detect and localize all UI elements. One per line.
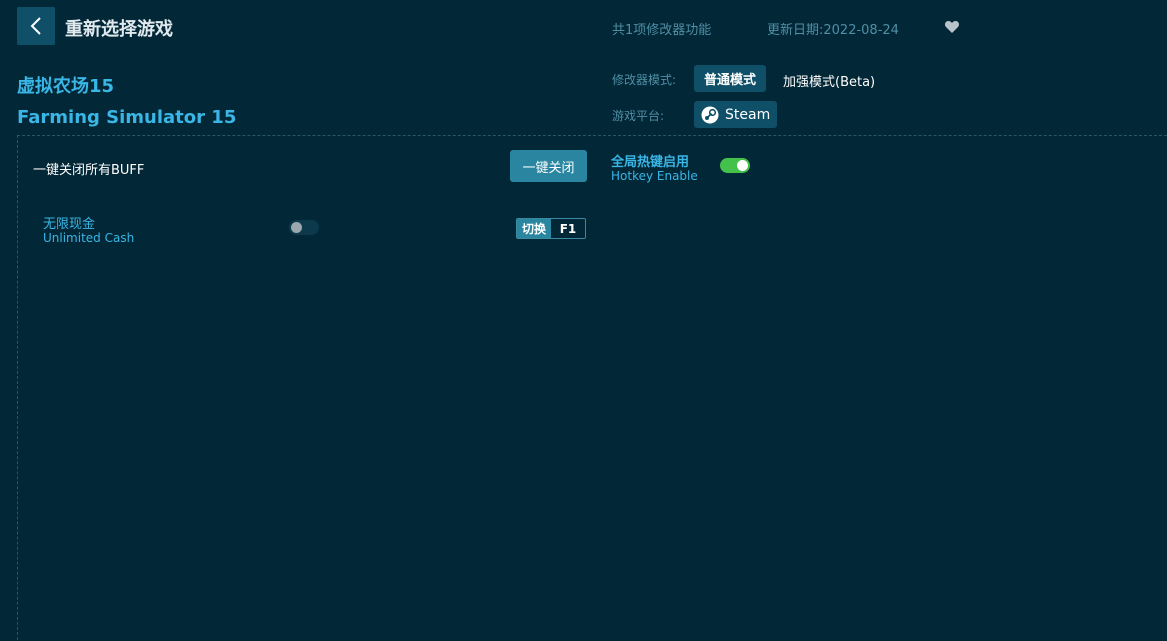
platform-name: Steam [725, 106, 771, 123]
mode-label: 修改器模式: [612, 73, 677, 87]
close-all-label: 一键关闭所有BUFF [33, 163, 145, 178]
update-date: 更新日期:2022-08-24 [767, 23, 899, 38]
hotkey-combo[interactable]: 切换 F1 [516, 218, 587, 239]
cheat-panel [17, 135, 1167, 641]
trainer-page: 重新选择游戏 共1项修改器功能 更新日期:2022-08-24 虚拟农场15 F… [0, 0, 1167, 641]
close-all-button[interactable]: 一键关闭 [510, 150, 587, 182]
toggle-knob [737, 160, 748, 171]
platform-steam-button[interactable]: Steam [694, 101, 777, 128]
heart-icon [944, 21, 960, 33]
game-title-en: Farming Simulator 15 [17, 107, 237, 128]
back-title: 重新选择游戏 [65, 19, 173, 40]
cheat-toggle-unlimited-cash[interactable] [289, 220, 319, 235]
hotkey-action-label: 切换 [517, 219, 552, 238]
feature-count: 共1项修改器功能 [612, 23, 712, 38]
cheat-name-en: Unlimited Cash [43, 231, 135, 245]
hotkey-key: F1 [551, 219, 586, 238]
hotkey-enable-label-cn: 全局热键启用 [611, 155, 690, 170]
mode-normal-button[interactable]: 普通模式 [694, 65, 766, 92]
favorite-button[interactable] [944, 19, 960, 35]
steam-icon [701, 106, 719, 123]
toggle-knob [291, 222, 302, 233]
hotkey-enable-toggle[interactable] [720, 158, 750, 173]
mode-enhanced-button[interactable]: 加强模式(Beta) [783, 71, 875, 90]
hotkey-enable-label-en: Hotkey Enable [611, 169, 698, 183]
game-title-cn: 虚拟农场15 [17, 76, 115, 97]
platform-label: 游戏平台: [612, 109, 665, 123]
cheat-name-cn: 无限现金 [43, 217, 96, 232]
back-button[interactable] [17, 7, 55, 45]
back-arrow-icon [30, 17, 41, 35]
